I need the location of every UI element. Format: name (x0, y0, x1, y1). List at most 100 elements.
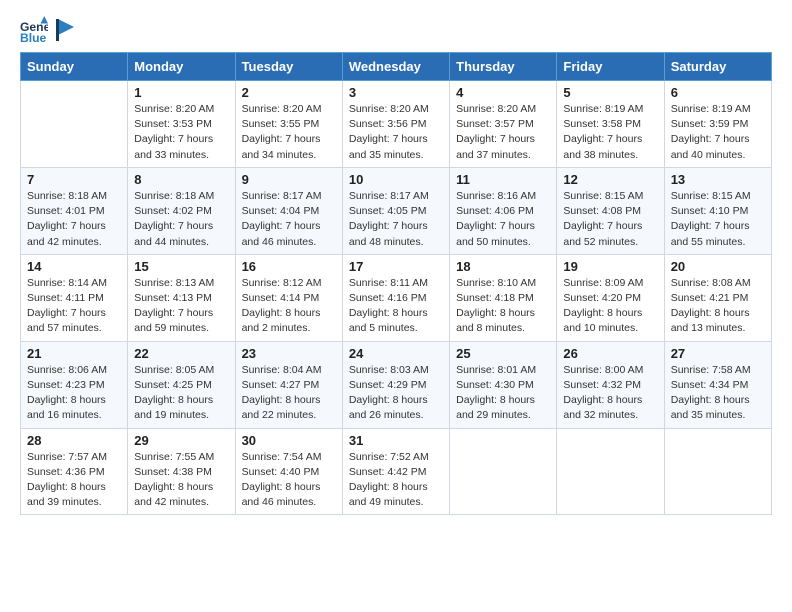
day-info: Sunrise: 8:00 AM Sunset: 4:32 PM Dayligh… (563, 363, 657, 424)
day-info: Sunrise: 8:06 AM Sunset: 4:23 PM Dayligh… (27, 363, 121, 424)
day-number: 27 (671, 346, 765, 361)
day-info: Sunrise: 8:01 AM Sunset: 4:30 PM Dayligh… (456, 363, 550, 424)
calendar-cell: 31 Sunrise: 7:52 AM Sunset: 4:42 PM Dayli… (342, 428, 449, 515)
calendar-cell (450, 428, 557, 515)
day-number: 26 (563, 346, 657, 361)
day-info: Sunrise: 8:17 AM Sunset: 4:05 PM Dayligh… (349, 189, 443, 250)
calendar-cell: 9 Sunrise: 8:17 AM Sunset: 4:04 PM Daylig… (235, 167, 342, 254)
day-info: Sunrise: 8:20 AM Sunset: 3:55 PM Dayligh… (242, 102, 336, 163)
day-number: 13 (671, 172, 765, 187)
day-info: Sunrise: 8:10 AM Sunset: 4:18 PM Dayligh… (456, 276, 550, 337)
header-wednesday: Wednesday (342, 53, 449, 81)
calendar-cell: 21 Sunrise: 8:06 AM Sunset: 4:23 PM Dayli… (21, 341, 128, 428)
day-number: 16 (242, 259, 336, 274)
day-info: Sunrise: 8:11 AM Sunset: 4:16 PM Dayligh… (349, 276, 443, 337)
day-info: Sunrise: 8:18 AM Sunset: 4:01 PM Dayligh… (27, 189, 121, 250)
day-number: 15 (134, 259, 228, 274)
calendar-week-row: 7Sunrise: 8:18 AM Sunset: 4:01 PM Daylig… (21, 167, 772, 254)
calendar-cell: 4Sunrise: 8:20 AM Sunset: 3:57 PM Daylig… (450, 81, 557, 168)
day-info: Sunrise: 8:09 AM Sunset: 4:20 PM Dayligh… (563, 276, 657, 337)
day-info: Sunrise: 8:15 AM Sunset: 4:10 PM Dayligh… (671, 189, 765, 250)
day-number: 20 (671, 259, 765, 274)
day-info: Sunrise: 7:52 AM Sunset: 4:42 PM Dayligh… (349, 450, 443, 511)
day-number: 11 (456, 172, 550, 187)
day-number: 30 (242, 433, 336, 448)
calendar-cell: 8 Sunrise: 8:18 AM Sunset: 4:02 PM Daylig… (128, 167, 235, 254)
day-info: Sunrise: 7:57 AM Sunset: 4:36 PM Dayligh… (27, 450, 121, 511)
calendar-cell: 1Sunrise: 8:20 AM Sunset: 3:53 PM Daylig… (128, 81, 235, 168)
calendar-cell: 29 Sunrise: 7:55 AM Sunset: 4:38 PM Dayli… (128, 428, 235, 515)
logo-icon: General Blue (20, 16, 48, 44)
day-info: Sunrise: 8:05 AM Sunset: 4:25 PM Dayligh… (134, 363, 228, 424)
header-sunday: Sunday (21, 53, 128, 81)
calendar-cell (21, 81, 128, 168)
calendar-cell: 3 Sunrise: 8:20 AM Sunset: 3:56 PM Daylig… (342, 81, 449, 168)
calendar-cell: 15 Sunrise: 8:13 AM Sunset: 4:13 PM Dayli… (128, 254, 235, 341)
day-number: 28 (27, 433, 121, 448)
day-info: Sunrise: 8:20 AM Sunset: 3:56 PM Dayligh… (349, 102, 443, 163)
calendar-cell: 27Sunrise: 7:58 AM Sunset: 4:34 PM Dayli… (664, 341, 771, 428)
day-number: 29 (134, 433, 228, 448)
calendar-cell: 5 Sunrise: 8:19 AM Sunset: 3:58 PM Daylig… (557, 81, 664, 168)
calendar-cell (557, 428, 664, 515)
calendar-cell (664, 428, 771, 515)
header-monday: Monday (128, 53, 235, 81)
day-info: Sunrise: 8:03 AM Sunset: 4:29 PM Dayligh… (349, 363, 443, 424)
header-saturday: Saturday (664, 53, 771, 81)
svg-text:Blue: Blue (20, 31, 47, 44)
day-number: 1 (134, 85, 228, 100)
day-info: Sunrise: 8:08 AM Sunset: 4:21 PM Dayligh… (671, 276, 765, 337)
day-number: 6 (671, 85, 765, 100)
day-info: Sunrise: 8:19 AM Sunset: 3:59 PM Dayligh… (671, 102, 765, 163)
calendar-cell: 25 Sunrise: 8:01 AM Sunset: 4:30 PM Dayli… (450, 341, 557, 428)
logo-flag-icon (56, 19, 74, 41)
day-number: 21 (27, 346, 121, 361)
calendar-header-row: SundayMondayTuesdayWednesdayThursdayFrid… (21, 53, 772, 81)
day-info: Sunrise: 8:13 AM Sunset: 4:13 PM Dayligh… (134, 276, 228, 337)
calendar-cell: 12 Sunrise: 8:15 AM Sunset: 4:08 PM Dayli… (557, 167, 664, 254)
calendar-week-row: 28 Sunrise: 7:57 AM Sunset: 4:36 PM Dayli… (21, 428, 772, 515)
calendar-week-row: 21 Sunrise: 8:06 AM Sunset: 4:23 PM Dayli… (21, 341, 772, 428)
day-number: 10 (349, 172, 443, 187)
day-number: 17 (349, 259, 443, 274)
calendar-cell: 17 Sunrise: 8:11 AM Sunset: 4:16 PM Dayli… (342, 254, 449, 341)
calendar-cell: 18Sunrise: 8:10 AM Sunset: 4:18 PM Dayli… (450, 254, 557, 341)
calendar-cell: 11 Sunrise: 8:16 AM Sunset: 4:06 PM Dayli… (450, 167, 557, 254)
calendar-cell: 22Sunrise: 8:05 AM Sunset: 4:25 PM Dayli… (128, 341, 235, 428)
day-number: 12 (563, 172, 657, 187)
calendar-cell: 6 Sunrise: 8:19 AM Sunset: 3:59 PM Daylig… (664, 81, 771, 168)
day-number: 8 (134, 172, 228, 187)
day-info: Sunrise: 8:18 AM Sunset: 4:02 PM Dayligh… (134, 189, 228, 250)
day-number: 31 (349, 433, 443, 448)
day-info: Sunrise: 7:55 AM Sunset: 4:38 PM Dayligh… (134, 450, 228, 511)
day-info: Sunrise: 8:17 AM Sunset: 4:04 PM Dayligh… (242, 189, 336, 250)
day-info: Sunrise: 8:19 AM Sunset: 3:58 PM Dayligh… (563, 102, 657, 163)
calendar-week-row: 1Sunrise: 8:20 AM Sunset: 3:53 PM Daylig… (21, 81, 772, 168)
day-info: Sunrise: 8:12 AM Sunset: 4:14 PM Dayligh… (242, 276, 336, 337)
calendar-cell: 23 Sunrise: 8:04 AM Sunset: 4:27 PM Dayli… (235, 341, 342, 428)
calendar-cell: 14 Sunrise: 8:14 AM Sunset: 4:11 PM Dayli… (21, 254, 128, 341)
calendar-week-row: 14 Sunrise: 8:14 AM Sunset: 4:11 PM Dayli… (21, 254, 772, 341)
day-number: 24 (349, 346, 443, 361)
calendar-cell: 30 Sunrise: 7:54 AM Sunset: 4:40 PM Dayli… (235, 428, 342, 515)
day-info: Sunrise: 8:14 AM Sunset: 4:11 PM Dayligh… (27, 276, 121, 337)
day-info: Sunrise: 7:54 AM Sunset: 4:40 PM Dayligh… (242, 450, 336, 511)
day-number: 2 (242, 85, 336, 100)
calendar-cell: 2 Sunrise: 8:20 AM Sunset: 3:55 PM Daylig… (235, 81, 342, 168)
day-number: 23 (242, 346, 336, 361)
day-number: 25 (456, 346, 550, 361)
calendar-cell: 28 Sunrise: 7:57 AM Sunset: 4:36 PM Dayli… (21, 428, 128, 515)
calendar-cell: 13 Sunrise: 8:15 AM Sunset: 4:10 PM Dayli… (664, 167, 771, 254)
day-number: 9 (242, 172, 336, 187)
calendar-cell: 7Sunrise: 8:18 AM Sunset: 4:01 PM Daylig… (21, 167, 128, 254)
day-info: Sunrise: 8:16 AM Sunset: 4:06 PM Dayligh… (456, 189, 550, 250)
day-number: 3 (349, 85, 443, 100)
calendar-cell: 16 Sunrise: 8:12 AM Sunset: 4:14 PM Dayli… (235, 254, 342, 341)
header-friday: Friday (557, 53, 664, 81)
logo: General Blue (20, 16, 74, 44)
day-info: Sunrise: 8:15 AM Sunset: 4:08 PM Dayligh… (563, 189, 657, 250)
header-thursday: Thursday (450, 53, 557, 81)
day-number: 14 (27, 259, 121, 274)
day-info: Sunrise: 8:04 AM Sunset: 4:27 PM Dayligh… (242, 363, 336, 424)
day-number: 5 (563, 85, 657, 100)
